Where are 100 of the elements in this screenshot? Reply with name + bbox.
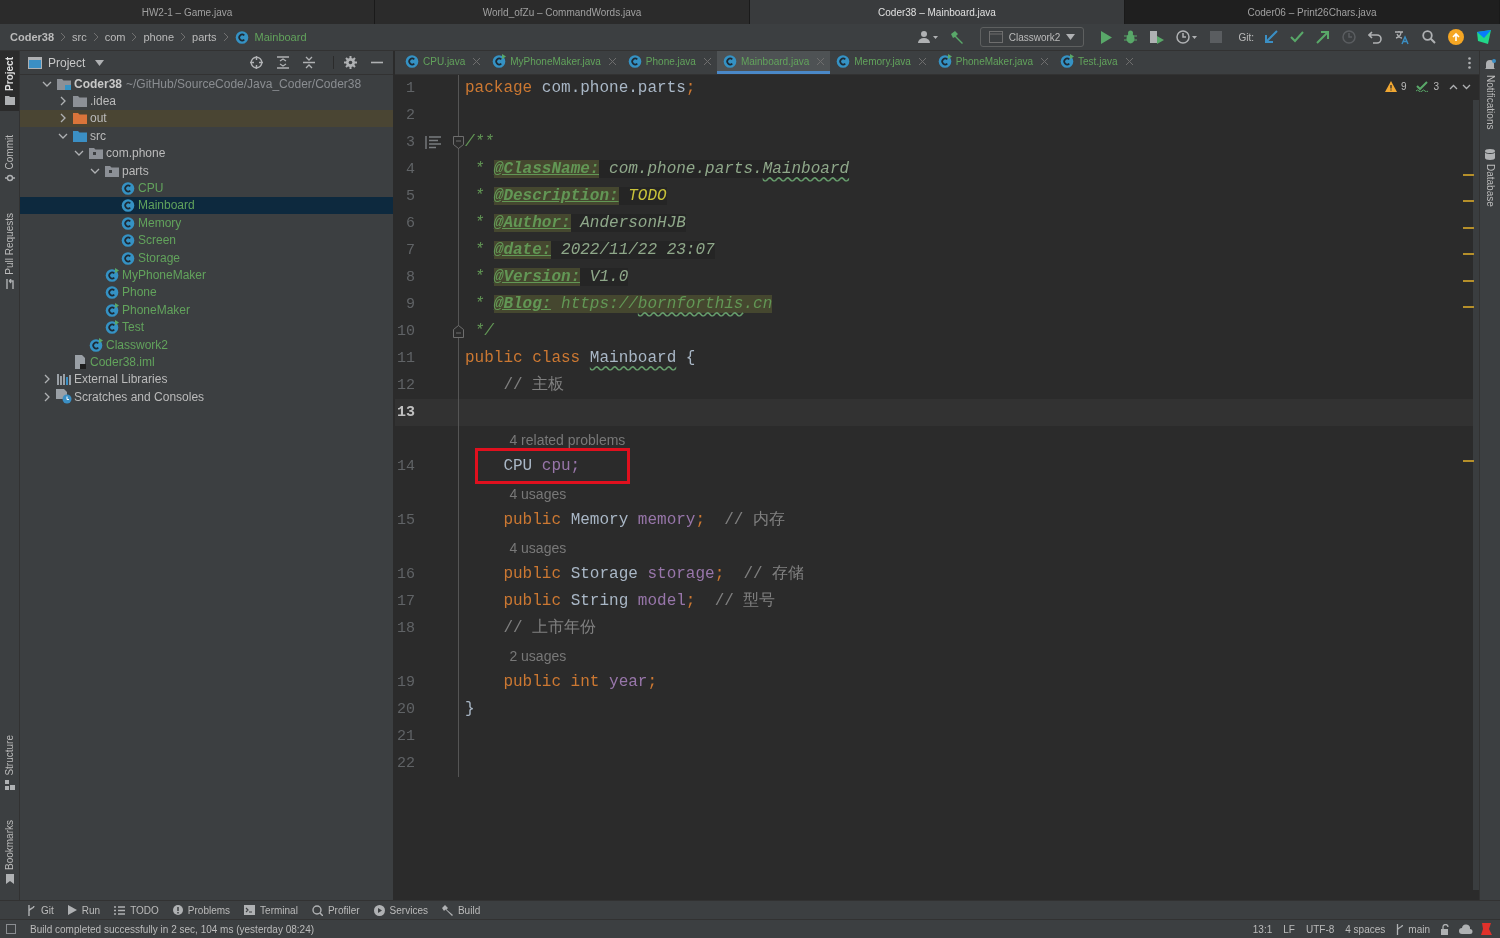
line-number: 12 <box>396 377 415 394</box>
editor-tab[interactable]: Phone.java <box>621 51 717 74</box>
tree-item[interactable]: Coder38.iml <box>90 354 155 369</box>
panel-title[interactable]: Project <box>48 55 86 70</box>
typo-count[interactable]: 3 <box>1433 81 1439 92</box>
undo-icon[interactable] <box>1366 30 1384 44</box>
tree-item[interactable]: Coder38 <box>74 76 123 91</box>
run-icon[interactable] <box>1098 30 1115 44</box>
rendered-doc-icon[interactable] <box>425 136 441 149</box>
tool-window-button[interactable]: Services <box>368 904 433 916</box>
file-encoding[interactable]: UTF-8 <box>1305 923 1335 935</box>
warning-count[interactable]: 9 <box>1400 81 1407 92</box>
tool-window-button[interactable]: Problems <box>167 904 236 916</box>
window-tab[interactable]: HW2-1 – Game.java <box>0 0 375 24</box>
caret-position[interactable]: 13:1 <box>1252 923 1273 935</box>
tree-item[interactable]: Memory <box>138 215 182 230</box>
line-number: 14 <box>396 458 415 475</box>
run-config-dropdown[interactable]: Classwork2 <box>979 27 1085 47</box>
update-arrow-icon[interactable] <box>1262 30 1280 44</box>
breadcrumb-item[interactable]: Mainboard <box>254 31 307 43</box>
tool-window-tab[interactable]: Database <box>1480 149 1500 208</box>
tree-item[interactable]: com.phone <box>106 146 166 161</box>
tool-window-button[interactable]: TODO <box>109 904 164 916</box>
tool-window-tab[interactable]: Notifications <box>1480 59 1500 130</box>
editor-tab[interactable]: PhoneMaker.java <box>931 51 1055 74</box>
tool-window-tab[interactable]: Structure <box>0 729 19 796</box>
push-arrow-icon[interactable] <box>1314 30 1332 44</box>
indent-setting[interactable]: 4 spaces <box>1345 923 1386 935</box>
run-tool-icon <box>67 905 77 915</box>
git-branch[interactable]: main <box>1408 923 1430 935</box>
tree-item[interactable]: Screen <box>138 233 177 248</box>
chevron-icon[interactable] <box>58 113 68 124</box>
module-folder-icon <box>56 77 72 90</box>
code-line: */ <box>473 321 494 342</box>
tree-item[interactable]: Mainboard <box>138 198 195 213</box>
tool-window-button[interactable]: Terminal <box>239 904 303 916</box>
code-line: package com.phone.parts; <box>465 78 696 99</box>
tool-window-button[interactable]: Git <box>22 904 59 916</box>
breadcrumb-item[interactable]: src <box>72 31 87 43</box>
user-icon[interactable] <box>915 30 940 44</box>
fold-marker-icon[interactable] <box>453 136 464 149</box>
tree-item[interactable]: CPU <box>138 181 164 196</box>
upgrade-icon[interactable] <box>1446 29 1466 45</box>
code-line: CPU cpu; <box>502 456 581 477</box>
tool-window-tab[interactable]: Bookmarks <box>0 814 19 890</box>
tool-window-button[interactable]: Profiler <box>306 904 365 916</box>
editor-tab[interactable]: Test.java <box>1054 51 1139 74</box>
editor-tab[interactable]: MyPhoneMaker.java <box>486 51 622 74</box>
tree-item[interactable]: Scratches and Consoles <box>74 389 205 404</box>
bug-icon[interactable] <box>1122 30 1140 44</box>
check-icon[interactable] <box>1288 31 1306 43</box>
line-separator[interactable]: LF <box>1283 923 1295 935</box>
search-icon[interactable] <box>1420 30 1438 44</box>
inlay-hint[interactable]: 4 usages <box>503 539 567 556</box>
tree-item[interactable]: src <box>90 128 106 143</box>
tree-item[interactable]: .idea <box>90 94 117 109</box>
pull-tool-icon <box>4 279 15 290</box>
class-icon <box>1060 54 1075 68</box>
chevron-icon[interactable] <box>42 374 52 385</box>
chevron-down-icon[interactable] <box>1462 83 1471 90</box>
tree-item[interactable]: MyPhoneMaker <box>122 268 207 282</box>
bookmarks-tool-icon <box>5 874 14 884</box>
chevron-up-icon[interactable] <box>1449 83 1458 90</box>
fold-marker-icon[interactable] <box>453 325 464 338</box>
panel-toggle-icon[interactable] <box>6 924 16 934</box>
lock-icon[interactable] <box>1441 923 1451 935</box>
inlay-hint[interactable]: 2 usages <box>503 647 567 664</box>
tree-item[interactable]: Storage <box>138 250 181 265</box>
tree-item[interactable]: Classwork2 <box>106 337 168 352</box>
tool-window-tab[interactable]: Commit <box>0 128 19 190</box>
cloud-icon[interactable] <box>1459 923 1473 935</box>
tree-item[interactable]: External Libraries <box>74 372 168 387</box>
tool-window-button[interactable]: Build <box>436 904 486 916</box>
caret-icon[interactable] <box>95 59 105 66</box>
tool-window-tab[interactable]: Pull Requests <box>0 207 19 296</box>
breadcrumb-item[interactable]: Coder38 <box>10 31 55 43</box>
class-icon <box>120 198 136 213</box>
editor-tab[interactable]: CPU.java <box>399 51 487 74</box>
class-icon <box>104 285 120 300</box>
tree-item[interactable]: PhoneMaker <box>122 302 191 317</box>
tree-item[interactable]: Phone <box>122 285 157 300</box>
tree-item[interactable]: Test <box>122 320 144 335</box>
breadcrumb-item[interactable]: parts <box>192 31 217 43</box>
tool-window-button[interactable]: Run <box>62 904 106 916</box>
tree-item[interactable]: out <box>90 111 107 126</box>
window-tab[interactable]: Coder38 – Mainboard.java <box>750 0 1125 24</box>
chevron-icon[interactable] <box>42 391 52 402</box>
chevron-icon[interactable] <box>58 96 68 107</box>
breadcrumb-item[interactable]: phone <box>143 31 175 43</box>
tree-item[interactable]: parts <box>122 163 149 178</box>
breadcrumb-item[interactable]: com <box>104 31 126 43</box>
inlay-hint[interactable]: 4 related problems <box>503 431 626 448</box>
editor-tab[interactable]: Memory.java <box>830 51 932 74</box>
translate-icon[interactable] <box>1392 29 1412 45</box>
plugin-logo-icon[interactable] <box>1474 29 1494 45</box>
tool-window-tab[interactable]: Project <box>0 51 19 111</box>
code-line: * @Author: AndersonHJB <box>473 213 686 234</box>
inlay-hint[interactable]: 4 usages <box>503 485 567 502</box>
more-icon[interactable] <box>1468 56 1471 69</box>
window-tab[interactable]: World_ofZu – CommandWords.java <box>375 0 750 24</box>
